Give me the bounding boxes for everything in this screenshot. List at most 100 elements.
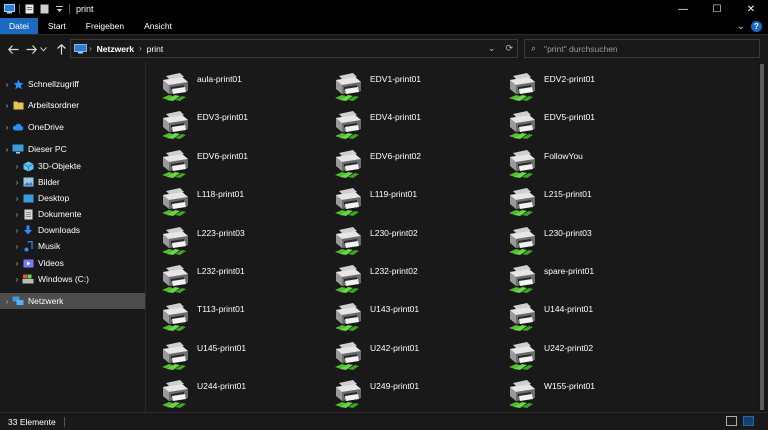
chevron-right-icon[interactable]: › [12,194,22,203]
printer-item[interactable]: T113-print01 [160,302,330,332]
search-input[interactable]: ⌕ "print" durchsuchen [524,39,760,58]
printer-label: spare-print01 [544,266,595,276]
new-folder-icon[interactable] [39,4,50,14]
printer-item[interactable]: L119-print01 [333,187,503,217]
sidebar-item-netzwerk[interactable]: › Netzwerk [0,293,145,309]
printer-item[interactable]: aula-print01 [160,72,330,102]
printer-item[interactable]: L215-print01 [507,187,677,217]
printer-icon [333,226,365,256]
printer-item[interactable]: L118-print01 [160,187,330,217]
printer-icon [160,226,192,256]
printer-label: EDV2-print01 [544,74,596,84]
printer-item[interactable]: EDV2-print01 [507,72,677,102]
printer-item[interactable]: EDV1-print01 [333,72,503,102]
chevron-right-icon[interactable]: › [12,210,22,219]
printer-item[interactable]: U144-print01 [507,302,677,332]
star-icon [12,79,24,89]
sidebar-item-videos[interactable]: › Videos [0,255,145,271]
chevron-right-icon[interactable]: › [2,145,12,154]
explorer-window-icon[interactable] [4,4,15,14]
chevron-right-icon[interactable]: › [12,259,22,268]
printer-item[interactable]: EDV5-print01 [507,110,677,140]
sidebar-item-dieser-pc[interactable]: › Dieser PC [0,141,145,157]
maximize-button[interactable]: ☐ [700,0,734,18]
printer-icon [333,149,365,179]
printer-label: U143-print01 [370,304,420,314]
printer-item[interactable]: W155-print01 [507,379,677,409]
customize-toolbar-icon[interactable] [54,4,65,14]
printer-item[interactable]: L232-print01 [160,264,330,294]
chevron-right-icon[interactable]: › [12,178,22,187]
printer-item[interactable]: EDV6-print01 [160,149,330,179]
properties-icon[interactable] [24,4,35,14]
sidebar-item-downloads[interactable]: › Downloads [0,222,145,238]
refresh-icon[interactable]: ⟳ [505,43,513,54]
printer-item[interactable]: L230-print02 [333,226,503,256]
vertical-scrollbar[interactable] [756,62,768,412]
details-view-button[interactable] [726,416,737,426]
printer-item[interactable]: U242-print01 [333,341,503,371]
help-button[interactable]: ? [751,21,762,32]
up-button[interactable] [52,40,70,58]
recent-locations-button[interactable] [38,40,48,58]
printer-item[interactable]: U242-print02 [507,341,677,371]
tab-datei[interactable]: Datei [0,18,38,34]
back-button[interactable] [4,40,22,58]
sidebar-item-windows-c[interactable]: › Windows (C:) [0,271,145,287]
address-dropdown-icon[interactable]: ⌄ [488,43,496,54]
sidebar-item-dokumente[interactable]: › Dokumente [0,206,145,222]
breadcrumb-print[interactable]: print [147,44,164,54]
printer-item[interactable]: EDV3-print01 [160,110,330,140]
printer-item[interactable]: U244-print01 [160,379,330,409]
chevron-right-icon[interactable]: › [2,123,12,132]
sidebar-item-arbeitsordner[interactable]: › Arbeitsordner [0,97,145,113]
tab-ansicht[interactable]: Ansicht [134,18,182,34]
status-bar: 33 Elemente [0,412,768,430]
minimize-button[interactable]: — [666,0,700,18]
printer-item[interactable]: U145-print01 [160,341,330,371]
printer-item[interactable]: L230-print03 [507,226,677,256]
printer-item[interactable]: L232-print02 [333,264,503,294]
chevron-right-icon[interactable]: › [12,162,22,171]
sidebar-item-musik[interactable]: › Musik [0,238,145,254]
close-button[interactable]: ✕ [734,0,768,18]
tab-freigeben[interactable]: Freigeben [76,18,134,34]
sidebar-item-schnellzugriff[interactable]: › Schnellzugriff [0,76,145,92]
divider [63,416,65,427]
printer-icon [160,302,192,332]
chevron-right-icon[interactable]: › [12,242,22,251]
sidebar-item-bilder[interactable]: › Bilder [0,174,145,190]
printer-item[interactable]: U249-print01 [333,379,503,409]
chevron-right-icon[interactable]: › [2,101,12,110]
chevron-right-icon[interactable]: › [2,297,12,306]
sidebar-item-onedrive[interactable]: › OneDrive [0,119,145,135]
pc-icon [12,144,24,154]
breadcrumb-netzwerk[interactable]: Netzwerk [97,44,134,54]
navigation-pane: › Schnellzugriff › Arbeitsordner › OneDrive › D… [0,62,145,412]
large-icons-view-button[interactable] [743,416,754,426]
chevron-right-icon[interactable]: › [12,275,22,284]
printer-item[interactable]: EDV4-print01 [333,110,503,140]
documents-icon [22,209,34,219]
chevron-right-icon[interactable]: › [12,226,22,235]
address-field[interactable]: › Netzwerk › print ⌄ ⟳ [70,39,518,58]
printer-label: EDV3-print01 [197,112,249,122]
printer-item[interactable]: EDV6-print02 [333,149,503,179]
printer-item[interactable]: FollowYou [507,149,677,179]
sidebar-item-desktop[interactable]: › Desktop [0,190,145,206]
printer-label: L230-print02 [370,228,418,238]
chevron-down-icon [39,46,47,52]
printer-label: L119-print01 [370,189,418,199]
printer-label: EDV6-print01 [197,151,249,161]
printer-item[interactable]: spare-print01 [507,264,677,294]
video-icon [22,258,34,268]
expand-ribbon-button[interactable]: ⌄ [737,21,745,32]
scrollbar-thumb[interactable] [760,64,764,410]
chevron-right-icon[interactable]: › [2,80,12,89]
tab-start[interactable]: Start [38,18,76,34]
sidebar-item-3d-objekte[interactable]: › 3D-Objekte [0,158,145,174]
printer-item[interactable]: U143-print01 [333,302,503,332]
printer-item[interactable]: L223-print03 [160,226,330,256]
arrow-up-icon [56,43,66,54]
printer-icon [333,302,365,332]
